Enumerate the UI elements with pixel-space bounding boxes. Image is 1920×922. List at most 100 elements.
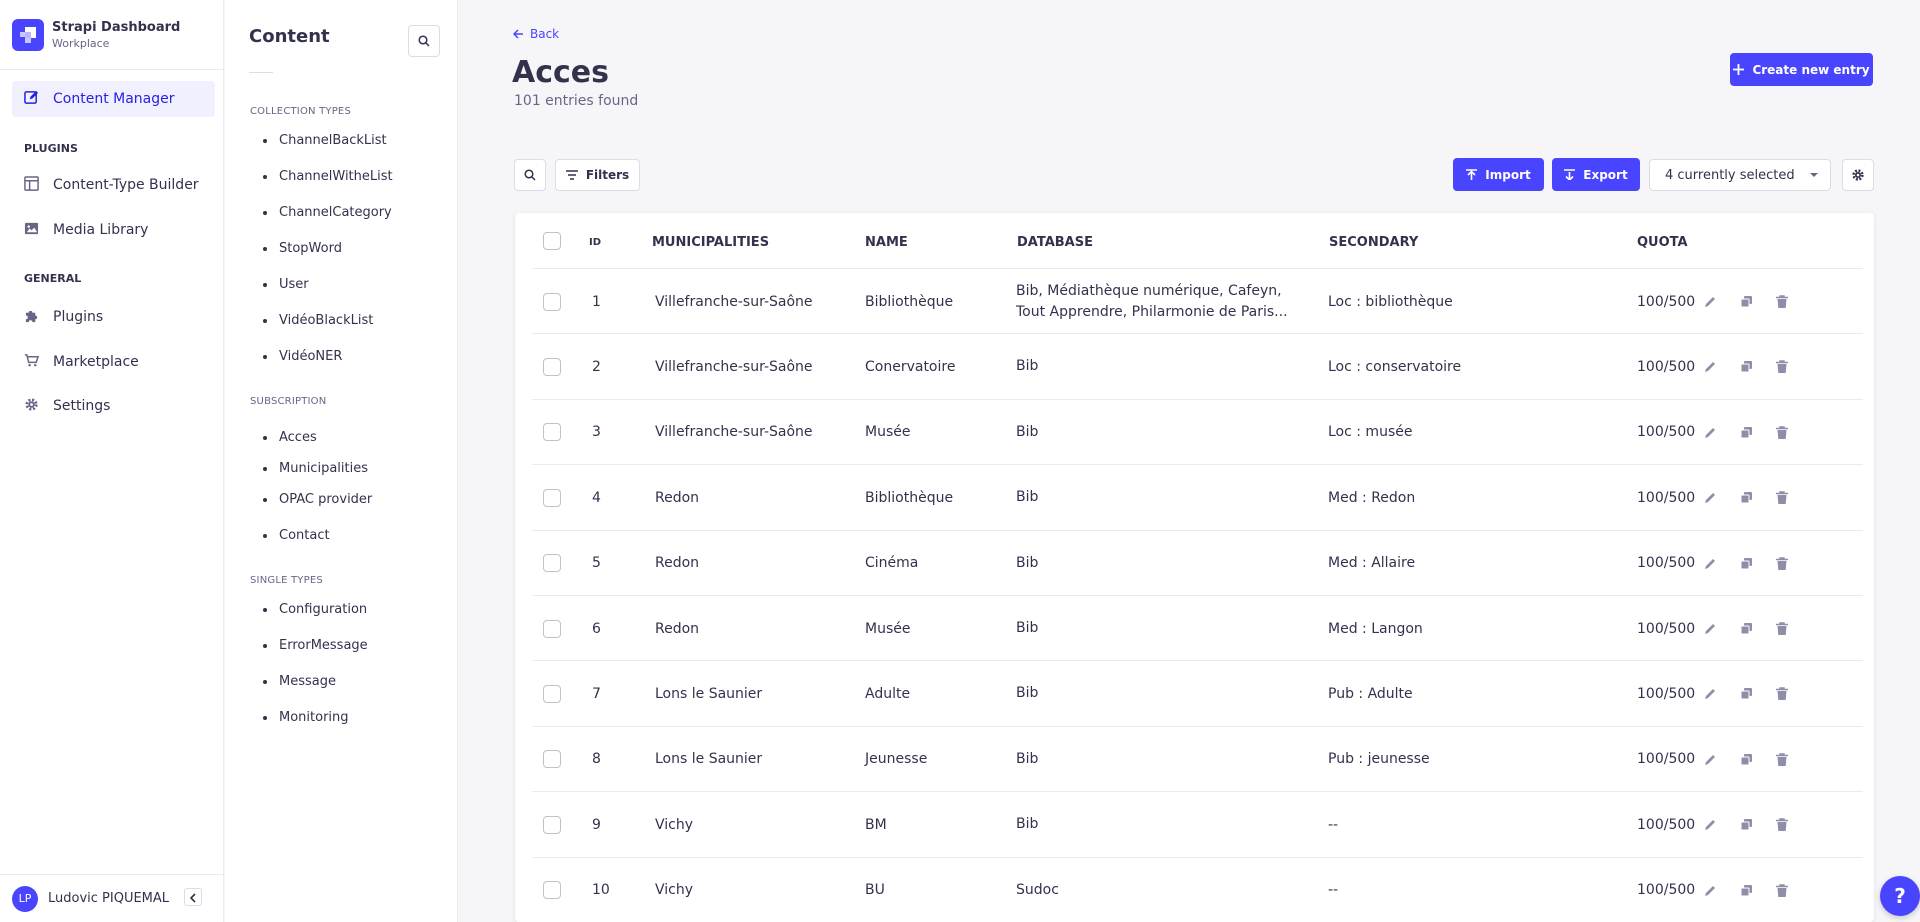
cell-id: 7 bbox=[592, 685, 601, 702]
nav-item-plugins[interactable]: Plugins bbox=[24, 305, 103, 329]
page-title: Acces bbox=[512, 55, 609, 90]
duplicate-icon[interactable] bbox=[1738, 359, 1754, 375]
cell-municipality: Redon bbox=[655, 620, 700, 637]
subnav-item-configuration[interactable]: Configuration bbox=[263, 602, 367, 617]
cell-database: Bib bbox=[1016, 816, 1039, 833]
table-row[interactable]: 3 Villefranche-sur-Saône Musée Bib Loc :… bbox=[532, 398, 1863, 465]
duplicate-icon[interactable] bbox=[1738, 817, 1754, 833]
row-checkbox[interactable] bbox=[543, 792, 561, 857]
back-link[interactable]: Back bbox=[513, 27, 559, 41]
subnav-item-videoner[interactable]: VidéoNER bbox=[263, 349, 342, 364]
cell-municipality: Vichy bbox=[655, 882, 694, 899]
nav-item-content-type-builder[interactable]: Content-Type Builder bbox=[24, 173, 199, 197]
duplicate-icon[interactable] bbox=[1738, 621, 1754, 637]
edit-icon[interactable] bbox=[1702, 424, 1718, 440]
trash-icon[interactable] bbox=[1774, 621, 1790, 637]
row-checkbox[interactable] bbox=[543, 596, 561, 661]
row-checkbox[interactable] bbox=[543, 400, 561, 465]
table-row[interactable]: 6 Redon Musée Bib Med : Langon 100/500 bbox=[532, 595, 1863, 660]
subnav-item-opac-provider[interactable]: OPAC provider bbox=[263, 492, 372, 507]
header-municipalities[interactable]: MUNICIPALITIES bbox=[652, 235, 769, 250]
table-row[interactable]: 4 Redon Bibliothèque Bib Med : Redon 100… bbox=[532, 464, 1863, 529]
trash-icon[interactable] bbox=[1774, 490, 1790, 506]
duplicate-icon[interactable] bbox=[1738, 294, 1754, 310]
nav-item-marketplace[interactable]: Marketplace bbox=[24, 350, 139, 374]
row-checkbox[interactable] bbox=[543, 858, 561, 922]
row-checkbox[interactable] bbox=[543, 531, 561, 596]
trash-icon[interactable] bbox=[1774, 555, 1790, 571]
subnav-item-videoblacklist[interactable]: VidéoBlackList bbox=[263, 313, 373, 328]
subnav-item-stopword[interactable]: StopWord bbox=[263, 241, 342, 256]
duplicate-icon[interactable] bbox=[1738, 751, 1754, 767]
subnav-item-municipalities[interactable]: Municipalities bbox=[263, 461, 368, 476]
edit-icon[interactable] bbox=[1702, 751, 1718, 767]
chevron-left-icon bbox=[189, 888, 197, 907]
table-settings-button[interactable] bbox=[1842, 159, 1874, 191]
trash-icon[interactable] bbox=[1774, 424, 1790, 440]
select-all-checkbox[interactable] bbox=[543, 232, 561, 250]
displayed-columns-select[interactable]: 4 currently selected bbox=[1649, 159, 1831, 191]
edit-icon[interactable] bbox=[1702, 555, 1718, 571]
row-checkbox[interactable] bbox=[543, 661, 561, 726]
row-checkbox[interactable] bbox=[543, 465, 561, 530]
table-row[interactable]: 10 Vichy BU Sudoc -- 100/500 bbox=[532, 856, 1863, 922]
subnav-item-acces[interactable]: Acces bbox=[263, 430, 317, 445]
subnav-item-channelwithelist[interactable]: ChannelWitheList bbox=[263, 169, 393, 184]
import-button[interactable]: Import bbox=[1453, 158, 1544, 191]
nav-item-media-library[interactable]: Media Library bbox=[24, 218, 148, 242]
duplicate-icon[interactable] bbox=[1738, 555, 1754, 571]
edit-icon[interactable] bbox=[1702, 490, 1718, 506]
table-row[interactable]: 1 Villefranche-sur-Saône Bibliothèque Bi… bbox=[532, 268, 1863, 333]
edit-icon[interactable] bbox=[1702, 817, 1718, 833]
header-name[interactable]: NAME bbox=[865, 235, 908, 250]
collapse-nav-button[interactable] bbox=[184, 888, 202, 906]
edit-icon[interactable] bbox=[1702, 359, 1718, 375]
header-database[interactable]: DATABASE bbox=[1017, 235, 1093, 250]
edit-icon[interactable] bbox=[1702, 882, 1718, 898]
table-row[interactable]: 2 Villefranche-sur-Saône Conervatoire Bi… bbox=[532, 333, 1863, 398]
duplicate-icon[interactable] bbox=[1738, 490, 1754, 506]
search-button[interactable] bbox=[514, 159, 546, 191]
help-button[interactable]: ? bbox=[1880, 876, 1920, 916]
row-checkbox[interactable] bbox=[543, 269, 561, 334]
create-new-entry-button[interactable]: Create new entry bbox=[1730, 53, 1873, 86]
subnav-item-channelcategory[interactable]: ChannelCategory bbox=[263, 205, 392, 220]
subnav-search-button[interactable] bbox=[408, 25, 440, 57]
table-row[interactable]: 7 Lons le Saunier Adulte Bib Pub : Adult… bbox=[532, 660, 1863, 725]
edit-icon[interactable] bbox=[1702, 621, 1718, 637]
nav-item-settings[interactable]: Settings bbox=[24, 394, 110, 418]
cell-quota: 100/500 bbox=[1637, 620, 1696, 637]
header-id[interactable]: ID bbox=[589, 237, 601, 248]
edit-icon[interactable] bbox=[1702, 294, 1718, 310]
table-row[interactable]: 9 Vichy BM Bib -- 100/500 bbox=[532, 791, 1863, 856]
subnav-item-monitoring[interactable]: Monitoring bbox=[263, 710, 349, 725]
header-quota[interactable]: QUOTA bbox=[1637, 235, 1688, 250]
duplicate-icon[interactable] bbox=[1738, 686, 1754, 702]
table-row[interactable]: 5 Redon Cinéma Bib Med : Allaire 100/500 bbox=[532, 529, 1863, 596]
export-button[interactable]: Export bbox=[1552, 158, 1640, 191]
filters-button[interactable]: Filters bbox=[555, 159, 640, 191]
trash-icon[interactable] bbox=[1774, 817, 1790, 833]
cell-quota: 100/500 bbox=[1637, 751, 1696, 768]
brand[interactable]: Strapi Dashboard Workplace bbox=[0, 0, 223, 70]
subnav-item-user[interactable]: User bbox=[263, 277, 309, 292]
subnav-item-message[interactable]: Message bbox=[263, 674, 336, 689]
import-label: Import bbox=[1485, 167, 1531, 182]
cell-database: Bib bbox=[1016, 423, 1039, 440]
subnav-item-errormessage[interactable]: ErrorMessage bbox=[263, 638, 368, 653]
header-secondary[interactable]: SECONDARY bbox=[1329, 235, 1418, 250]
trash-icon[interactable] bbox=[1774, 686, 1790, 702]
nav-item-content-manager[interactable]: Content Manager bbox=[12, 81, 215, 117]
duplicate-icon[interactable] bbox=[1738, 424, 1754, 440]
subnav-item-contact[interactable]: Contact bbox=[263, 528, 330, 543]
duplicate-icon[interactable] bbox=[1738, 882, 1754, 898]
trash-icon[interactable] bbox=[1774, 294, 1790, 310]
table-row[interactable]: 8 Lons le Saunier Jeunesse Bib Pub : jeu… bbox=[532, 725, 1863, 792]
row-checkbox[interactable] bbox=[543, 727, 561, 792]
trash-icon[interactable] bbox=[1774, 359, 1790, 375]
trash-icon[interactable] bbox=[1774, 751, 1790, 767]
trash-icon[interactable] bbox=[1774, 882, 1790, 898]
row-checkbox[interactable] bbox=[543, 334, 561, 399]
edit-icon[interactable] bbox=[1702, 686, 1718, 702]
subnav-item-channelbacklist[interactable]: ChannelBackList bbox=[263, 133, 387, 148]
